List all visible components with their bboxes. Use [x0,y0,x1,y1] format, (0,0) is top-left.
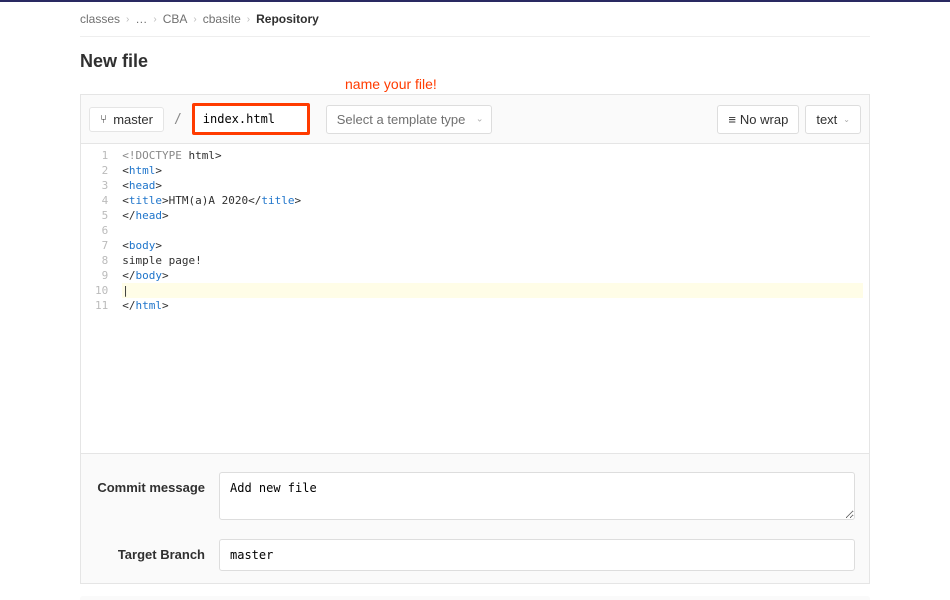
branch-name: master [113,112,153,127]
editor-toolbar: ⑂ master / Select a template type ⌄ ≡ No… [80,94,870,144]
annotation-label: name your file! [345,76,870,92]
filename-highlight [192,103,310,135]
crumb-classes[interactable]: classes [80,12,120,26]
action-bar: Commit changes Cancel [80,596,870,600]
crumb-cba[interactable]: CBA [163,12,188,26]
chevron-down-icon: ⌄ [476,114,484,125]
code-editor[interactable]: 1234567891011 <!DOCTYPE html><html><head… [80,144,870,454]
nowrap-label: No wrap [740,112,788,127]
wrap-icon: ≡ [728,112,736,127]
page-title: New file [80,51,870,72]
textmode-label: text [816,112,837,127]
commit-message-input[interactable] [219,472,855,520]
line-gutter: 1234567891011 [81,144,116,453]
textmode-button[interactable]: text ⌄ [805,105,861,134]
chevron-down-icon: ⌄ [843,115,850,124]
template-placeholder: Select a template type [337,112,466,127]
code-area[interactable]: <!DOCTYPE html><html><head><title>HTM(a)… [116,144,869,453]
branch-selector[interactable]: ⑂ master [89,107,164,132]
nowrap-button[interactable]: ≡ No wrap [717,105,799,134]
target-branch-label: Target Branch [95,539,205,562]
filename-input[interactable] [201,108,301,130]
branch-icon: ⑂ [100,112,107,126]
crumb-ellipsis[interactable]: … [135,12,147,26]
crumb-repository: Repository [256,12,319,26]
breadcrumb: classes› …› CBA› cbasite› Repository [80,2,870,37]
target-branch-input[interactable] [219,539,855,571]
path-separator: / [174,112,182,127]
commit-message-label: Commit message [95,472,205,495]
template-select[interactable]: Select a template type ⌄ [326,105,493,134]
crumb-cbasite[interactable]: cbasite [203,12,241,26]
